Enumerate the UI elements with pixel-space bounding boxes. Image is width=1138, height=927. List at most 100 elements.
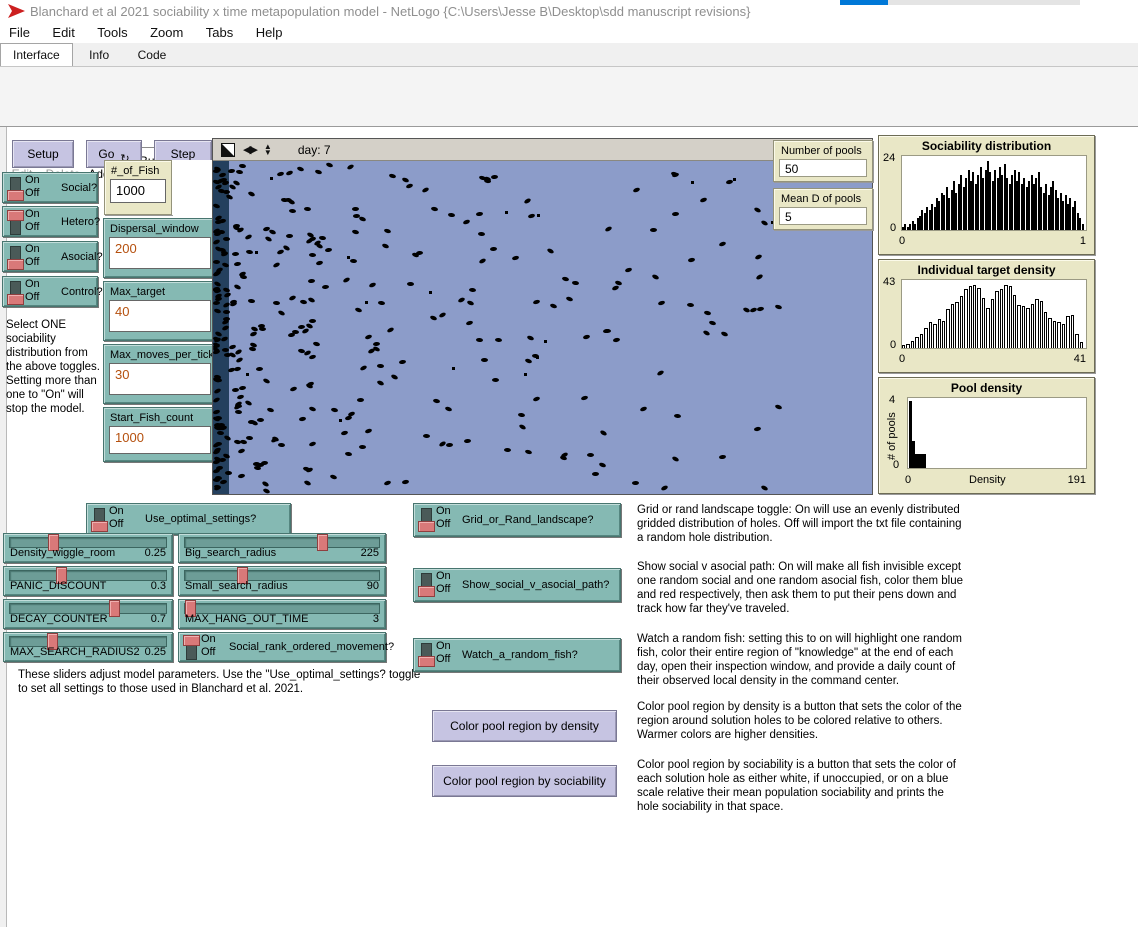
fish-dot [478,258,486,265]
y-axis-label: # of pools [886,412,898,460]
resize-view-icon[interactable] [221,143,235,157]
fish-dot [289,386,297,392]
fish-dot [233,366,241,371]
fish-dot [656,369,664,376]
fish-dot [566,296,574,302]
switch-knob[interactable] [7,259,24,270]
switch-social-rank-ordered-movement[interactable]: OnOff Social_rank_ordered_movement? [178,632,386,662]
fish-dot [259,327,266,331]
slider-decay-counter[interactable]: DECAY_COUNTER0.7 [3,599,173,629]
switch-hetero[interactable]: OnOff Hetero? [2,206,98,237]
input-dispersal-window[interactable]: Dispersal_window 200 [103,218,217,278]
menu-edit[interactable]: Edit [43,22,83,43]
hole-speck [544,340,547,343]
slider-small-search-radius[interactable]: Small_search_radius90 [178,566,386,596]
switch-knob[interactable] [7,294,24,305]
slider-max-search-radius2[interactable]: MAX_SEARCH_RADIUS20.25 [3,632,173,662]
switch-knob[interactable] [418,586,435,597]
switch-social[interactable]: OnOff Social? [2,172,98,203]
switch-slot[interactable] [10,177,21,201]
fish-dot [384,480,392,486]
menu-tools[interactable]: Tools [88,22,136,43]
slider-big-search-radius[interactable]: Big_search_radius225 [178,533,386,563]
color-pool-by-density-button[interactable]: Color pool region by density [432,710,617,742]
menu-tabs[interactable]: Tabs [197,22,242,43]
input-max-moves-per-tick[interactable]: Max_moves_per_tick 30 [103,344,217,404]
fish-dot [652,274,660,281]
input-field[interactable]: 30 [109,363,211,395]
switch-slot[interactable] [421,643,432,667]
input-field[interactable]: 1000 [109,426,211,454]
menu-file[interactable]: File [0,22,39,43]
fish-dot [291,329,298,334]
menu-help[interactable]: Help [247,22,292,43]
fish-dot [231,388,238,393]
fish-dot [462,219,470,225]
switch-knob[interactable] [183,635,200,646]
histogram-bar [1075,334,1078,348]
switch-use-optimal-settings[interactable]: OnOff Use_optimal_settings? [86,503,291,535]
switch-slot[interactable] [10,211,21,235]
slider-max-hang-out-time[interactable]: MAX_HANG_OUT_TIME3 [178,599,386,629]
switch-knob[interactable] [418,656,435,667]
input-field[interactable]: 200 [109,237,211,269]
switch-knob[interactable] [91,521,108,532]
fish-dot [232,252,239,256]
switch-watch-a-random-fish[interactable]: OnOff Watch_a_random_fish? [413,638,621,672]
histogram-bar [1053,321,1056,348]
histogram-bar [929,322,932,348]
fish-dot [304,480,312,487]
menu-zoom[interactable]: Zoom [141,22,192,43]
vertical-arrows-icon[interactable]: ▲▼ [264,144,272,156]
day-counter: day: 7 [298,143,331,157]
switch-slot[interactable] [421,573,432,597]
fish-dot [244,399,252,406]
switch-slot[interactable] [186,636,197,660]
fish-dot [592,472,599,476]
switch-slot[interactable] [10,281,21,305]
fish-dot [244,234,252,241]
switch-slot[interactable] [94,508,105,532]
setup-button[interactable]: Setup [12,140,74,168]
fish-dot [755,254,763,260]
fish-dot [605,225,613,232]
top-blue-bar [840,0,888,5]
tab-interface[interactable]: Interface [0,43,73,66]
input-max-target[interactable]: Max_target 40 [103,281,217,341]
fish-dot [234,262,241,267]
input-start-fish-count[interactable]: Start_Fish_count 1000 [103,407,217,462]
switch-knob[interactable] [7,210,24,221]
tab-code[interactable]: Code [126,44,179,67]
fish-dot [524,358,532,364]
fish-dot [775,404,783,410]
fish-dot [550,303,558,309]
fish-dot [296,166,304,172]
fish-dot [228,169,235,174]
fish-dot [330,474,338,480]
hole-speck [505,211,508,214]
switch-knob[interactable] [418,521,435,532]
fish-dot [699,197,707,203]
switch-grid-or-rand-landscape[interactable]: OnOff Grid_or_Rand_landscape? [413,503,621,537]
tab-info[interactable]: Info [77,44,121,67]
input-number-of-fish[interactable]: #_of_Fish 1000 [104,160,172,215]
slider-panic-discount[interactable]: PANIC_DISCOUNT0.3 [3,566,173,596]
slider-density-wiggle-room[interactable]: Density_wiggle_room0.25 [3,533,173,563]
fish-dot [308,297,316,304]
input-field[interactable]: 40 [109,300,211,332]
fish-dot [546,247,554,254]
switch-slot[interactable] [421,508,432,532]
histogram-bar [1071,315,1074,348]
histogram-bar [923,454,926,468]
color-pool-by-sociability-button[interactable]: Color pool region by sociability [432,765,617,797]
switch-slot[interactable] [10,246,21,270]
switch-knob[interactable] [7,190,24,201]
fish-dot [325,162,333,168]
hole-speck [255,251,258,254]
switch-asocial[interactable]: OnOff Asocial? [2,241,98,272]
horizontal-arrows-icon[interactable]: ◀▶ [243,143,256,156]
fish-dot [761,220,769,227]
input-field[interactable]: 1000 [110,179,166,203]
switch-control[interactable]: OnOff Control? [2,276,98,307]
switch-show-social-v-asocial-path[interactable]: OnOff Show_social_v_asocial_path? [413,568,621,602]
